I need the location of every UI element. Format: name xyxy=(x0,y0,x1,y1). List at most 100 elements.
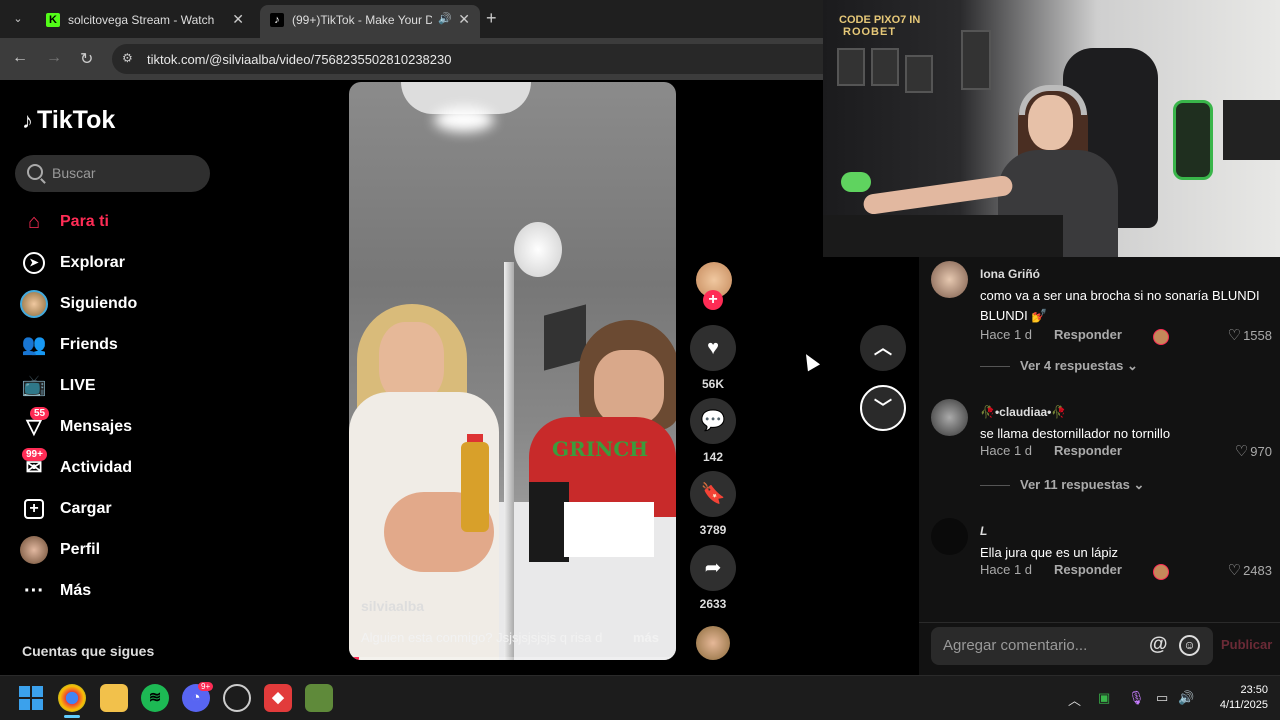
follow-plus-icon[interactable]: + xyxy=(703,290,723,310)
tab-search-icon[interactable]: ⌄ xyxy=(8,9,28,29)
home-icon: ⌂ xyxy=(27,211,41,233)
network-icon[interactable]: ▭ xyxy=(1156,690,1168,706)
nav-upload[interactable]: + Cargar xyxy=(20,495,280,523)
comment-placeholder: Agregar comentario... xyxy=(943,637,1088,654)
commenter-avatar[interactable] xyxy=(931,261,968,298)
gaming-mouse xyxy=(841,172,871,192)
tab-tiktok[interactable]: ♪ (99+)TikTok - Make Your Day 🔊 ✕ xyxy=(260,5,480,38)
nav-label: Cargar xyxy=(60,500,112,517)
close-tab-icon[interactable]: ✕ xyxy=(458,11,470,28)
video-caption: Alguien esta conmigo? Jsjsjsjsjsjs q ris… xyxy=(361,630,661,645)
active-app-indicator xyxy=(64,715,80,718)
reply-button[interactable]: Responder xyxy=(1054,443,1122,458)
clock[interactable]: 23:50 4/11/2025 xyxy=(1200,683,1268,713)
back-icon[interactable]: ← xyxy=(12,49,28,67)
new-tab-button[interactable]: + xyxy=(486,8,497,29)
tab-stream[interactable]: K solcitovega Stream - Watch Live ✕ xyxy=(36,5,254,38)
heart-icon: ♥ xyxy=(707,337,719,359)
post-button[interactable]: Publicar xyxy=(1221,637,1272,652)
heart-icon: ♡ xyxy=(1227,327,1242,344)
nav-label: Para ti xyxy=(60,213,109,230)
comments-panel[interactable]: Iona Griñó como va a ser una brocha si n… xyxy=(919,257,1280,675)
following-accounts-title: Cuentas que sigues xyxy=(22,643,155,659)
view-replies-button[interactable]: Ver 4 respuestas ⌄ xyxy=(980,358,1138,374)
next-video-button[interactable]: ﹀ xyxy=(860,385,906,431)
comment-item: Iona Griñó como va a ser una brocha si n… xyxy=(931,261,1276,361)
clock-time: 23:50 xyxy=(1240,684,1268,696)
nav-for-you[interactable]: ⌂ Para ti xyxy=(20,208,280,236)
activity-badge: 99+ xyxy=(22,448,47,461)
nav-friends[interactable]: 👥 Friends xyxy=(20,331,280,359)
logo-text: TikTok xyxy=(37,106,116,134)
commenter-name[interactable]: 🥀•claudiaa•🥀 xyxy=(980,405,1066,419)
background-monitor xyxy=(1223,100,1280,160)
anydesk-icon[interactable]: ◆ xyxy=(264,684,292,712)
like-button[interactable]: ♥ xyxy=(690,325,736,371)
url-text: tiktok.com/@silviaalba/video/75682355028… xyxy=(147,52,452,67)
nav-activity[interactable]: ✉ 99+ Actividad xyxy=(20,448,280,482)
speaker-icon[interactable]: 🔊 xyxy=(438,12,452,25)
nav-explore[interactable]: ➤ Explorar xyxy=(20,249,280,277)
view-replies-button[interactable]: Ver 11 respuestas ⌄ xyxy=(980,477,1144,493)
volume-icon[interactable]: 🔊 xyxy=(1178,690,1194,706)
mention-icon[interactable]: @ xyxy=(1149,634,1168,656)
reply-button[interactable]: Responder xyxy=(1054,562,1122,577)
upload-icon: + xyxy=(24,499,44,519)
microphone-icon[interactable]: 🎙 xyxy=(1128,690,1145,706)
reply-button[interactable]: Responder xyxy=(1054,327,1122,342)
obs-icon[interactable] xyxy=(223,684,251,712)
comment-button[interactable]: 💬 xyxy=(690,398,736,444)
forward-icon[interactable]: → xyxy=(46,49,62,67)
video-player[interactable]: GRINCH silviaalba Alguien esta conmigo? … xyxy=(349,82,676,660)
heart-icon: ♡ xyxy=(1234,443,1249,460)
comment-text: como va a ser una brocha si no sonaría B… xyxy=(980,288,1260,323)
commenter-name[interactable]: Iona Griñó xyxy=(980,267,1040,281)
taskbar: ≋ ◔ 9+ ◆ ︿ ▣ 🎙 ▭ 🔊 23:50 4/11/2025 xyxy=(0,675,1280,720)
chrome-icon[interactable] xyxy=(58,684,86,712)
reload-icon[interactable]: ↻ xyxy=(80,49,93,69)
nav-label: Explorar xyxy=(60,254,125,271)
comment-like-button[interactable]: ♡ 1558 xyxy=(1228,326,1272,344)
webcam-overlay: CODE PIXO7 IN ROOBET xyxy=(823,0,1280,257)
windows-start-icon[interactable] xyxy=(17,684,45,712)
video-username[interactable]: silviaalba xyxy=(361,598,424,614)
nav-live[interactable]: 📺 LIVE xyxy=(20,372,280,400)
search-input[interactable]: Buscar xyxy=(15,155,210,192)
save-button[interactable]: 🔖 xyxy=(690,471,736,517)
emoji-icon[interactable]: ☺ xyxy=(1179,635,1200,656)
browser-tab-bar: ⌄ K solcitovega Stream - Watch Live ✕ ♪ … xyxy=(0,0,823,38)
nav-following[interactable]: Siguiendo xyxy=(20,290,280,318)
nav-profile[interactable]: Perfil xyxy=(20,536,280,564)
commenter-name[interactable]: L xyxy=(980,524,987,538)
close-tab-icon[interactable]: ✕ xyxy=(232,11,244,28)
comment-composer: Agregar comentario... @ ☺ Publicar xyxy=(919,622,1280,675)
desk xyxy=(823,215,1063,257)
site-info-icon[interactable]: ⚙ xyxy=(122,51,133,65)
commenter-avatar[interactable] xyxy=(931,518,968,555)
music-disc-icon[interactable] xyxy=(696,626,730,660)
nav-messages[interactable]: ▽ 55 Mensajes xyxy=(20,407,280,441)
spotify-icon[interactable]: ≋ xyxy=(141,684,169,712)
search-icon xyxy=(27,164,43,180)
comment-input[interactable]: Agregar comentario... @ ☺ xyxy=(931,627,1213,665)
comment-like-button[interactable]: ♡ 2483 xyxy=(1228,561,1272,579)
tiktok-note-icon: ♪ xyxy=(22,108,33,133)
commenter-avatar[interactable] xyxy=(931,399,968,436)
nav-label: Mensajes xyxy=(60,418,133,435)
scene-bottle xyxy=(461,442,489,532)
url-field[interactable]: ⚙ tiktok.com/@silviaalba/video/756823550… xyxy=(112,44,823,74)
nav-more[interactable]: ··· Más xyxy=(20,577,280,605)
discord-badge: 9+ xyxy=(198,682,214,691)
previous-video-button[interactable]: ︿ xyxy=(860,325,906,371)
video-progress-bar[interactable] xyxy=(349,657,676,660)
nav-label: Perfil xyxy=(60,541,101,558)
caption-more-link[interactable]: más xyxy=(633,630,659,645)
show-hidden-icons[interactable]: ︿ xyxy=(1068,690,1081,709)
nvidia-icon[interactable]: ▣ xyxy=(1098,690,1110,706)
tiktok-logo[interactable]: ♪ TikTok xyxy=(22,106,115,135)
file-explorer-icon[interactable] xyxy=(100,684,128,712)
minecraft-icon[interactable] xyxy=(305,684,333,712)
share-button[interactable]: ➦ xyxy=(690,545,736,591)
chevron-down-icon: ⌄ xyxy=(1126,358,1138,373)
comment-like-button[interactable]: ♡ 970 xyxy=(1235,442,1272,460)
